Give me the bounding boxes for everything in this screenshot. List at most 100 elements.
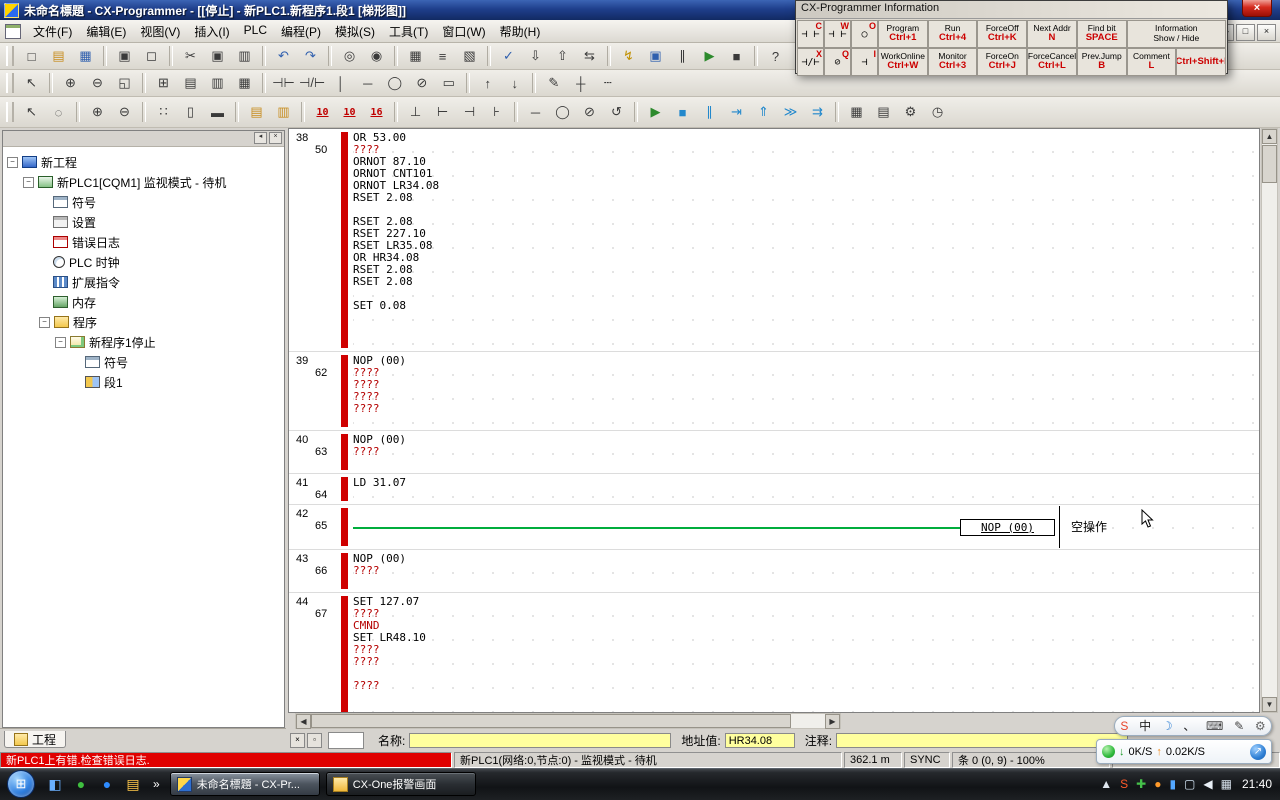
ime-toolbar[interactable]: S中☽、⌨✎⚙ [1114, 716, 1272, 736]
grid-dots-button[interactable]: ∷ [151, 100, 176, 124]
copy-button[interactable]: ▣ [205, 44, 230, 68]
vertical-line-tool[interactable]: │ [328, 71, 353, 95]
quick-ie-icon[interactable]: ◧ [44, 773, 66, 795]
rung-body[interactable]: NOP (00)空操作 [353, 508, 1259, 546]
toolbar-grip[interactable] [6, 73, 14, 93]
tree-item-symbols-10[interactable]: 符号 [3, 352, 284, 372]
tray-expand-icon[interactable]: ▲ [1100, 778, 1112, 790]
hline-button[interactable]: ─ [523, 100, 548, 124]
contact-tool[interactable]: ⊣⊢ [271, 71, 296, 95]
close-button[interactable]: × [1242, 0, 1272, 17]
tray-monitor-icon[interactable]: ▢ [1184, 778, 1195, 790]
sim-continuous-button[interactable]: ≫ [778, 100, 803, 124]
vertical-scrollbar[interactable]: ▲ ▼ [1261, 128, 1278, 713]
tree-item-memory-7[interactable]: 内存 [3, 292, 284, 312]
tab-project[interactable]: 工程 [4, 731, 66, 748]
menu-item-6[interactable]: 模拟(S) [328, 21, 382, 42]
comment-input[interactable] [836, 733, 1128, 748]
grid-button[interactable]: ⊞ [151, 71, 176, 95]
menu-item-4[interactable]: PLC [237, 21, 274, 42]
local-symbols-button[interactable]: ▤ [244, 100, 269, 124]
cross-reference-button[interactable]: ▧ [457, 44, 482, 68]
ime-sogou-icon[interactable]: S [1120, 720, 1128, 732]
ime-lang-icon[interactable]: 中 [1139, 720, 1151, 732]
replace-button[interactable]: ◉ [364, 44, 389, 68]
ime-punct-icon[interactable]: 、 [1183, 720, 1195, 732]
scroll-right-icon[interactable]: ▶ [825, 714, 840, 729]
upload-button[interactable]: ⇧ [550, 44, 575, 68]
nop-instruction-box[interactable]: NOP (00) [960, 519, 1055, 536]
menu-item-7[interactable]: 工具(T) [382, 21, 435, 42]
line-connect-tool[interactable]: ┼ [568, 71, 593, 95]
zoom-out-button[interactable]: ⊖ [85, 71, 110, 95]
tree-item-program-9[interactable]: −新程序1停止 [3, 332, 284, 352]
instruction-tool[interactable]: ▭ [436, 71, 461, 95]
sim-pause-button[interactable]: ∥ [697, 100, 722, 124]
zoom-fit-button[interactable]: ◱ [112, 71, 137, 95]
zoom-in-button[interactable]: ⊕ [58, 71, 83, 95]
scroll-left-icon[interactable]: ◀ [296, 714, 311, 729]
tray-orange-icon[interactable]: ● [1154, 778, 1161, 790]
io-table-button[interactable]: ▤ [871, 100, 896, 124]
monitor-contact-right-button[interactable]: ⊢ [430, 100, 455, 124]
menu-item-9[interactable]: 帮助(H) [493, 21, 548, 42]
sim-stop-button[interactable]: ■ [670, 100, 695, 124]
print-preview-button[interactable]: ◻ [139, 44, 164, 68]
section-list-button[interactable]: ≡ [430, 44, 455, 68]
tree-expander-icon[interactable]: − [55, 337, 66, 348]
rising-edge-tool[interactable]: ↑ [475, 71, 500, 95]
vertical-scroll-thumb[interactable] [1262, 145, 1277, 183]
menu-item-5[interactable]: 编程(P) [274, 21, 328, 42]
child-restore-button[interactable]: □ [1236, 24, 1255, 41]
decimal-display-button[interactable]: 10 [337, 100, 362, 124]
pause-monitor-button[interactable]: ∥ [670, 44, 695, 68]
monitor-button[interactable]: ▣ [643, 44, 668, 68]
line-delete-tool[interactable]: ┄ [595, 71, 620, 95]
invert-button[interactable]: ↺ [604, 100, 629, 124]
monitor-contact-left-button[interactable]: ⊣ [457, 100, 482, 124]
coil-not-tool[interactable]: ⊘ [409, 71, 434, 95]
work-online-button[interactable]: ↯ [616, 44, 641, 68]
redo-button[interactable]: ↷ [298, 44, 323, 68]
sim-to-end-button[interactable]: ⇉ [805, 100, 830, 124]
menu-item-0[interactable]: 文件(F) [26, 21, 79, 42]
cx-information-window[interactable]: CX-Programmer Information ⊣ ⊢C⊣ ⊢W○O⊣/⊢X… [795, 0, 1228, 74]
pointer-tool[interactable]: ↖ [19, 100, 44, 124]
tree-item-symbols-2[interactable]: 符号 [3, 192, 284, 212]
ime-keyboard-icon[interactable]: ⌨ [1206, 720, 1223, 732]
ladder-editor[interactable]: 3850OR 53.00????ORNOT 87.10ORNOT CNT101O… [288, 128, 1260, 713]
speedup-icon[interactable]: ↗ [1250, 744, 1266, 760]
plc-settings-button[interactable]: ⚙ [898, 100, 923, 124]
coil-tool[interactable]: ◯ [382, 71, 407, 95]
zoom-in-2-button[interactable]: ⊕ [85, 100, 110, 124]
tree-item-error-log-4[interactable]: 错误日志 [3, 232, 284, 252]
memory-view-button[interactable]: ▦ [844, 100, 869, 124]
toolbar-grip[interactable] [6, 46, 14, 66]
horizontal-scrollbar[interactable]: ◀ ▶ [295, 713, 841, 729]
plc-clock-button[interactable]: ◷ [925, 100, 950, 124]
coil-button[interactable]: ◯ [550, 100, 575, 124]
marquee-tool[interactable]: ◌ [46, 100, 71, 124]
close-pane-icon[interactable]: × [290, 733, 305, 748]
name-input[interactable] [409, 733, 671, 748]
ime-fullhalf-icon[interactable]: ☽ [1162, 720, 1173, 732]
tray-network-icon[interactable]: ▦ [1221, 778, 1232, 790]
tree-item-expansion-6[interactable]: 扩展指令 [3, 272, 284, 292]
tray-safe-icon[interactable]: ✚ [1136, 778, 1146, 790]
toolbar-grip[interactable] [6, 102, 14, 122]
tree-item-section-11[interactable]: 段1 [3, 372, 284, 392]
page-button[interactable]: ▯ [178, 100, 203, 124]
horizontal-scroll-thumb[interactable] [311, 714, 791, 728]
cut-button[interactable]: ✂ [178, 44, 203, 68]
overview-button[interactable]: ▤ [178, 71, 203, 95]
hex-display-button[interactable]: 16 [364, 100, 389, 124]
menu-item-1[interactable]: 编辑(E) [79, 21, 133, 42]
compile-button[interactable]: ✓ [496, 44, 521, 68]
menu-item-3[interactable]: 插入(I) [187, 21, 236, 42]
sim-step-button[interactable]: ⇥ [724, 100, 749, 124]
quick-launch-overflow-icon[interactable]: » [153, 777, 160, 791]
find-button[interactable]: ◎ [337, 44, 362, 68]
ime-toolbox-icon[interactable]: ⚙ [1255, 720, 1266, 732]
tray-sogou-icon[interactable]: S [1120, 778, 1128, 790]
coil-not-button[interactable]: ⊘ [577, 100, 602, 124]
